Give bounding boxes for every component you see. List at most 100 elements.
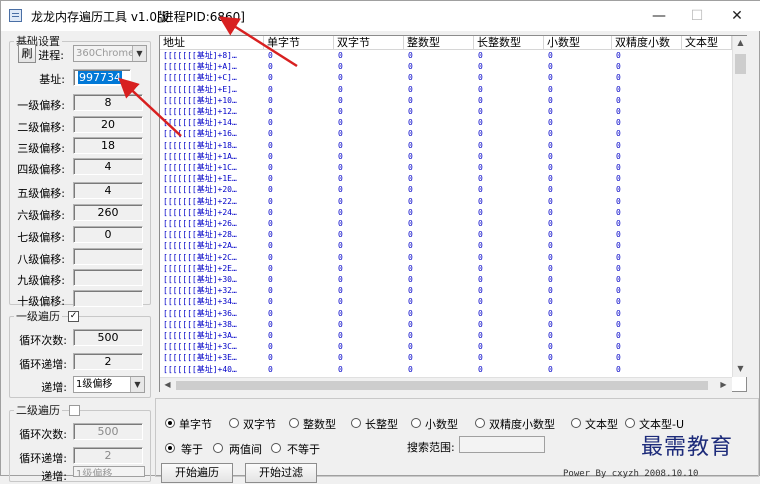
table-row[interactable]: [[[[[[[基址]+2A… 0 0 0 0 0 0 [160, 241, 732, 250]
table-row[interactable]: [[[[[[[基址]+20… 0 0 0 0 0 0 [160, 185, 732, 194]
type-radio[interactable] [351, 418, 361, 428]
table-row[interactable]: [[[[[[[基址]+3A… 0 0 0 0 0 0 [160, 331, 732, 340]
table-row[interactable]: [[[[[[[基址]+2E… 0 0 0 0 0 0 [160, 264, 732, 273]
vertical-scroll-thumb[interactable] [735, 54, 746, 74]
traverse2-count-input[interactable]: 500 [73, 423, 143, 440]
offset-input[interactable]: 0 [73, 226, 143, 243]
offset-input[interactable] [73, 290, 143, 307]
table-row[interactable]: [[[[[[[基址]+26… 0 0 0 0 0 0 [160, 219, 732, 228]
value-cell: 0 [408, 364, 413, 374]
table-row[interactable]: [[[[[[[基址]+3C… 0 0 0 0 0 0 [160, 342, 732, 351]
offset-input[interactable] [73, 248, 143, 265]
offset-input[interactable]: 4 [73, 182, 143, 199]
start-traverse-button[interactable]: 开始遍历 [161, 463, 233, 483]
offset-input[interactable]: 20 [73, 116, 143, 133]
table-row[interactable]: [[[[[[[基址]+E]… 0 0 0 0 0 0 [160, 85, 732, 94]
address-cell: [[[[[[[基址]+32… [163, 286, 237, 296]
table-row[interactable]: [[[[[[[基址]+38… 0 0 0 0 0 0 [160, 320, 732, 329]
results-table[interactable]: 地址 单字节 双字节 整数型 长整数型 小数型 双精度小数 文本型 [[[[[[… [159, 35, 747, 392]
offset-label: 二级偏移: [17, 121, 65, 134]
column-header-double[interactable]: 双精度小数 [612, 36, 682, 50]
scroll-up-icon[interactable]: ▲ [733, 38, 748, 47]
traverse2-inc-input[interactable]: 2 [73, 447, 143, 464]
value-cell: 0 [338, 342, 343, 352]
app-icon [9, 9, 22, 22]
table-row[interactable]: [[[[[[[基址]+32… 0 0 0 0 0 0 [160, 286, 732, 295]
table-row[interactable]: [[[[[[[基址]+36… 0 0 0 0 0 0 [160, 309, 732, 318]
vertical-scrollbar[interactable]: ▲ ▼ [732, 36, 747, 377]
table-row[interactable]: [[[[[[[基址]+28… 0 0 0 0 0 0 [160, 230, 732, 239]
column-header-long[interactable]: 长整数型 [474, 36, 544, 50]
offset-input[interactable]: 8 [73, 94, 143, 111]
traverse2-checkbox[interactable] [69, 405, 80, 416]
column-header-text[interactable]: 文本型 [682, 36, 732, 50]
offset-input[interactable]: 18 [73, 137, 143, 154]
column-header-float[interactable]: 小数型 [544, 36, 612, 50]
table-row[interactable]: [[[[[[[基址]+8]… 0 0 0 0 0 0 [160, 51, 732, 60]
value-cell: 0 [268, 95, 273, 105]
table-row[interactable]: [[[[[[[基址]+2C… 0 0 0 0 0 0 [160, 253, 732, 262]
table-row[interactable]: [[[[[[[基址]+1E… 0 0 0 0 0 0 [160, 174, 732, 183]
table-row[interactable]: [[[[[[[基址]+16… 0 0 0 0 0 0 [160, 129, 732, 138]
offset-input[interactable]: 260 [73, 204, 143, 221]
value-cell: 0 [338, 107, 343, 116]
horizontal-scrollbar[interactable]: ◀ ▶ [160, 377, 732, 392]
traverse1-checkbox[interactable]: ✓ [68, 311, 79, 322]
table-row[interactable]: [[[[[[[基址]+A]… 0 0 0 0 0 0 [160, 62, 732, 71]
address-cell: [[[[[[[基址]+24… [163, 207, 237, 217]
table-row[interactable]: [[[[[[[基址]+34… 0 0 0 0 0 0 [160, 297, 732, 306]
table-row[interactable]: [[[[[[[基址]+24… 0 0 0 0 0 0 [160, 208, 732, 217]
value-cell: 0 [408, 62, 413, 72]
table-row[interactable]: [[[[[[[基址]+18… 0 0 0 0 0 0 [160, 141, 732, 150]
minimize-icon[interactable]: — [639, 1, 679, 31]
maximize-icon[interactable]: ☐ [677, 1, 717, 31]
scroll-down-icon[interactable]: ▼ [733, 364, 748, 373]
type-radio[interactable] [165, 418, 175, 428]
column-header-short[interactable]: 双字节 [334, 36, 404, 50]
type-radio[interactable] [625, 418, 635, 428]
compare-radio[interactable] [213, 443, 223, 453]
column-header-byte[interactable]: 单字节 [264, 36, 334, 50]
close-icon[interactable]: ✕ [717, 1, 757, 31]
offset-input[interactable]: 4 [73, 158, 143, 175]
table-row[interactable]: [[[[[[[基址]+3E… 0 0 0 0 0 0 [160, 353, 732, 362]
traverse2-mode-select[interactable]: 1级偏移 [73, 466, 145, 477]
traverse2-legend: 二级遍历 [16, 404, 60, 417]
value-cell: 0 [478, 308, 483, 318]
type-radio[interactable] [411, 418, 421, 428]
horizontal-scroll-thumb[interactable] [176, 381, 708, 390]
table-row[interactable]: [[[[[[[基址]+12… 0 0 0 0 0 0 [160, 107, 732, 116]
table-row[interactable]: [[[[[[[基址]+14… 0 0 0 0 0 0 [160, 118, 732, 127]
column-header-int[interactable]: 整数型 [404, 36, 474, 50]
table-row[interactable]: [[[[[[[基址]+C]… 0 0 0 0 0 0 [160, 73, 732, 82]
base-address-input[interactable]: 997734 [73, 69, 131, 86]
value-cell: 0 [616, 118, 621, 128]
chevron-down-icon: ▼ [130, 377, 144, 392]
type-radio[interactable] [289, 418, 299, 428]
compare-radio[interactable] [165, 443, 175, 453]
value-cell: 0 [548, 129, 553, 139]
table-row[interactable]: [[[[[[[基址]+40… 0 0 0 0 0 0 [160, 365, 732, 374]
table-header: 地址 单字节 双字节 整数型 长整数型 小数型 双精度小数 文本型 [160, 36, 732, 50]
compare-radio[interactable] [271, 443, 281, 453]
value-cell: 0 [408, 51, 413, 60]
table-row[interactable]: [[[[[[[基址]+1A… 0 0 0 0 0 0 [160, 152, 732, 161]
type-radio[interactable] [229, 418, 239, 428]
table-row[interactable]: [[[[[[[基址]+30… 0 0 0 0 0 0 [160, 275, 732, 284]
traverse1-count-input[interactable]: 500 [73, 329, 143, 346]
scroll-right-icon[interactable]: ▶ [716, 380, 731, 389]
column-header-address[interactable]: 地址 [160, 36, 264, 50]
table-row[interactable]: [[[[[[[基址]+10… 0 0 0 0 0 0 [160, 96, 732, 105]
table-row[interactable]: [[[[[[[基址]+22… 0 0 0 0 0 0 [160, 197, 732, 206]
process-select[interactable]: 360ChromeX ▼ [73, 45, 147, 62]
traverse1-inc-input[interactable]: 2 [73, 353, 143, 370]
table-row[interactable]: [[[[[[[基址]+1C… 0 0 0 0 0 0 [160, 163, 732, 172]
value-cell: 0 [408, 230, 413, 240]
traverse1-mode-select[interactable]: 1级偏移 ▼ [73, 376, 145, 393]
offset-input[interactable] [73, 269, 143, 286]
type-radio[interactable] [571, 418, 581, 428]
scroll-left-icon[interactable]: ◀ [160, 380, 175, 389]
type-radio[interactable] [475, 418, 485, 428]
search-range-input[interactable] [459, 436, 545, 453]
start-filter-button[interactable]: 开始过滤 [245, 463, 317, 483]
